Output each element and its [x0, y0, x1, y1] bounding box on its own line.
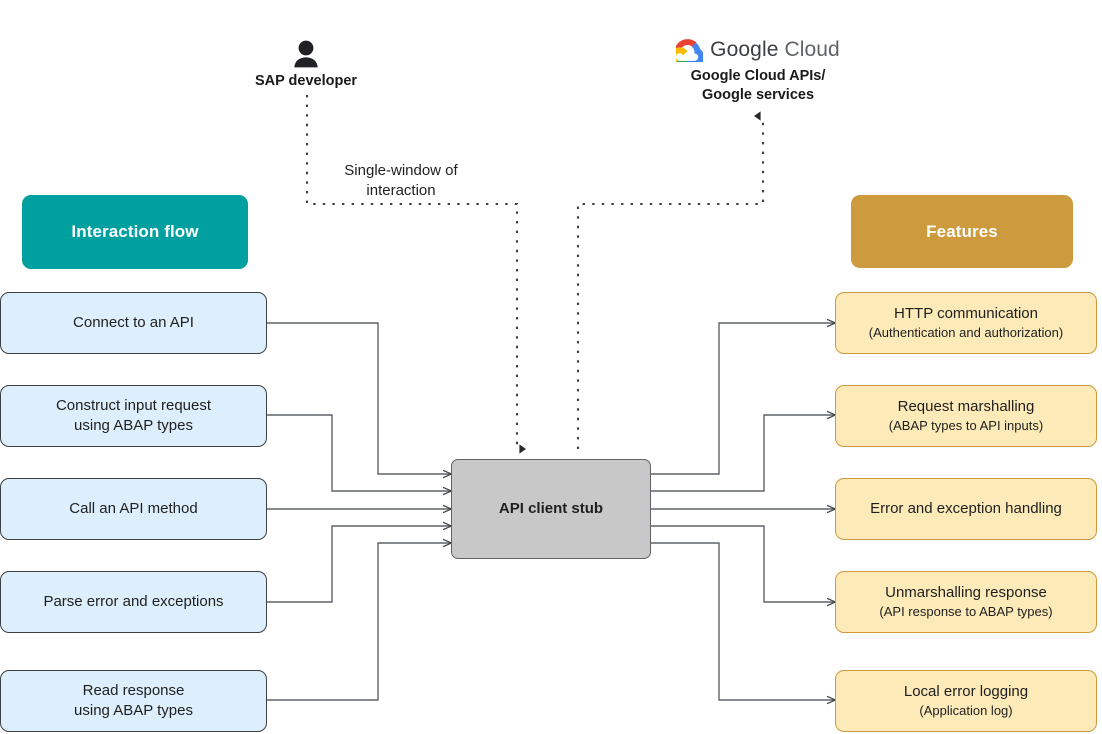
- node-subtitle: (Application log): [919, 703, 1013, 719]
- node-read-response[interactable]: Read response using ABAP types: [0, 670, 267, 732]
- connector-read-response: [267, 543, 451, 701]
- node-title: Parse error and exceptions: [43, 593, 224, 611]
- node-connect-to-an-api[interactable]: Connect to an API: [0, 292, 267, 354]
- diagram-canvas: SAP developer Google Cloud Google Cloud …: [0, 0, 1102, 734]
- features-header-label: Features: [926, 221, 998, 241]
- node-title: Unmarshalling response: [885, 584, 1047, 602]
- person-icon: [294, 40, 318, 68]
- features-header: Features: [851, 195, 1073, 268]
- node-title: Connect to an API: [73, 314, 194, 332]
- sap-developer-label: SAP developer: [254, 73, 358, 89]
- node-local-error-logging[interactable]: Local error logging (Application log): [835, 670, 1097, 732]
- connector-parse-error: [267, 526, 451, 603]
- connector-request-marshalling: [651, 415, 835, 492]
- interaction-flow-header-label: Interaction flow: [71, 222, 199, 241]
- google-cloud-wordmark: Google Cloud: [648, 38, 868, 62]
- node-subtitle: (ABAP types to API inputs): [888, 418, 1044, 434]
- node-error-and-exception-handling[interactable]: Error and exception handling: [835, 478, 1097, 540]
- google-cloud-wordmark-google: Google: [710, 38, 779, 61]
- connector-local-error-logging: [651, 542, 835, 700]
- actor-sap-developer: SAP developer: [226, 40, 386, 91]
- connector-http-communication: [651, 323, 835, 475]
- node-unmarshalling-response[interactable]: Unmarshalling response (API response to …: [835, 571, 1097, 633]
- connector-unmarshalling: [651, 525, 835, 602]
- google-cloud-wordmark-text: Google Cloud: [710, 38, 840, 62]
- node-title: API client stub: [498, 500, 604, 518]
- node-http-communication[interactable]: HTTP communication (Authentication and a…: [835, 292, 1097, 354]
- connector-connect-to-api: [267, 322, 451, 474]
- connector-construct-input: [267, 414, 451, 491]
- dashed-interaction-paths: [305, 95, 765, 454]
- node-api-client-stub[interactable]: API client stub: [451, 459, 651, 559]
- google-cloud-label: Google Cloud APIs/ Google services: [690, 68, 826, 103]
- node-title: Local error logging: [903, 683, 1029, 701]
- node-subtitle: (API response to ABAP types): [879, 604, 1053, 620]
- node-request-marshalling[interactable]: Request marshalling (ABAP types to API i…: [835, 385, 1097, 447]
- node-title: Read response using ABAP types: [74, 682, 193, 719]
- node-call-an-api-method[interactable]: Call an API method: [0, 478, 267, 540]
- node-title: Error and exception handling: [870, 500, 1062, 518]
- node-title: Request marshalling: [897, 398, 1035, 416]
- google-cloud-wordmark-cloud: Cloud: [784, 38, 840, 61]
- node-title: HTTP communication: [894, 305, 1038, 323]
- left-to-center-connectors: [267, 322, 451, 701]
- actor-google-cloud: Google Cloud Google Cloud APIs/ Google s…: [648, 38, 868, 104]
- node-title: Call an API method: [69, 500, 198, 518]
- node-construct-input-request[interactable]: Construct input request using ABAP types: [0, 385, 267, 447]
- dashed-stub-to-google-cloud: [576, 111, 765, 449]
- center-to-right-connectors: [651, 323, 835, 700]
- dashed-developer-to-stub: [305, 95, 527, 454]
- node-subtitle: (Authentication and authorization): [868, 325, 1064, 341]
- interaction-flow-header: Interaction flow: [22, 195, 248, 269]
- node-parse-error-and-exceptions[interactable]: Parse error and exceptions: [0, 571, 267, 633]
- node-title: Construct input request using ABAP types: [55, 397, 212, 434]
- google-cloud-logo-icon: [676, 38, 704, 62]
- single-window-of-interaction-label: Single-window of interaction: [344, 162, 458, 199]
